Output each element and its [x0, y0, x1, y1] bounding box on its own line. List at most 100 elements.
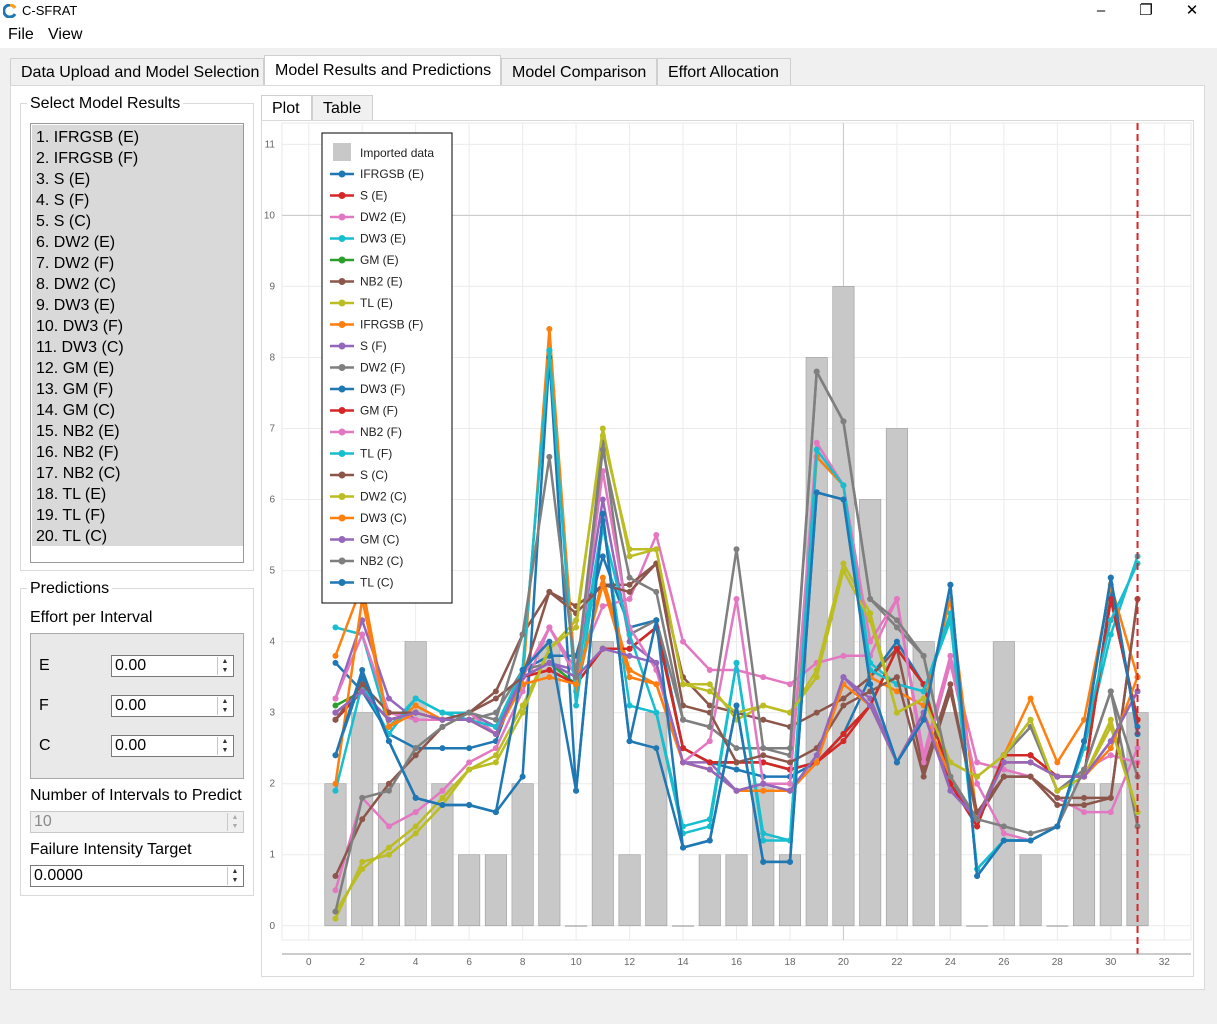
series-point: [359, 667, 366, 674]
series-point: [733, 702, 740, 709]
legend-marker: [338, 170, 346, 178]
series-point: [786, 858, 793, 865]
series-point: [893, 759, 900, 766]
series-point: [546, 624, 553, 631]
series-point: [626, 631, 633, 638]
results-chart[interactable]: 012345678910110 2 4 6 8 10 12 14 16 18 20 22 24 26 28 3…: [0, 0, 1217, 1024]
series-point: [385, 716, 392, 723]
series-point: [706, 688, 713, 695]
series-point: [385, 695, 392, 702]
series-point: [573, 681, 580, 688]
series-point: [974, 773, 981, 780]
series-point: [706, 759, 713, 766]
legend-label: GM (F): [360, 404, 398, 418]
legend-label: S (F): [360, 339, 387, 353]
series-point: [786, 759, 793, 766]
series-point: [492, 688, 499, 695]
x-tick-label: 20: [838, 957, 850, 968]
series-point: [332, 709, 339, 716]
series-point: [492, 716, 499, 723]
series-point: [626, 645, 633, 652]
series-point: [733, 766, 740, 773]
series-point: [332, 702, 339, 709]
legend-marker: [338, 407, 346, 414]
series-point: [786, 745, 793, 752]
series-point: [546, 588, 553, 595]
series-point: [760, 780, 767, 787]
series-point: [706, 667, 713, 674]
series-point: [680, 638, 687, 645]
series-point: [974, 823, 981, 830]
series-point: [332, 624, 339, 631]
legend-label: S (C): [360, 468, 388, 482]
series-point: [412, 702, 419, 709]
series-point: [546, 453, 553, 460]
legend-label: NB2 (F): [360, 425, 402, 439]
series-point: [385, 787, 392, 794]
series-point: [813, 674, 820, 681]
legend-marker: [338, 364, 346, 371]
series-point: [359, 688, 366, 695]
series-point: [1054, 759, 1061, 766]
x-tick-label: 12: [624, 957, 636, 968]
x-tick-label: 6: [466, 957, 472, 968]
legend-marker: [338, 428, 346, 436]
imported-data-bar: [672, 925, 695, 927]
series-point: [893, 645, 900, 652]
series-point: [466, 802, 473, 809]
series-point: [439, 716, 446, 723]
series-point: [813, 439, 820, 446]
imported-data-bar: [832, 286, 855, 927]
series-point: [840, 560, 847, 567]
imported-data-bar: [484, 854, 507, 927]
legend-marker: [338, 299, 346, 307]
legend-label: TL (F): [360, 447, 392, 461]
series-point: [867, 681, 874, 688]
series-point: [1081, 794, 1088, 801]
series-point: [412, 830, 419, 837]
legend-marker: [338, 256, 346, 264]
series-point: [332, 659, 339, 666]
series-point: [947, 659, 954, 666]
imported-data-bar: [511, 783, 534, 927]
series-point: [599, 496, 606, 503]
x-tick-label: 30: [1105, 957, 1117, 968]
series-point: [733, 759, 740, 766]
series-point: [706, 738, 713, 745]
x-tick-label: 0: [306, 957, 312, 968]
legend-marker: [338, 557, 346, 565]
legend-label: TL (C): [360, 576, 394, 590]
series-point: [332, 915, 339, 922]
series-point: [599, 574, 606, 581]
legend-label: DW2 (C): [360, 490, 407, 504]
series-point: [653, 532, 660, 539]
series-point: [385, 723, 392, 730]
series-point: [893, 674, 900, 681]
series-point: [626, 652, 633, 659]
series-point: [466, 716, 473, 723]
x-tick-label: 22: [891, 957, 903, 968]
imported-data-bar: [992, 641, 1015, 927]
series-point: [653, 709, 660, 716]
series-point: [1000, 823, 1007, 830]
y-tick-label: 5: [269, 566, 275, 577]
series-point: [332, 752, 339, 759]
legend-label: DW3 (E): [360, 232, 406, 246]
series-point: [1000, 773, 1007, 780]
series-point: [599, 425, 606, 432]
imported-data-bar: [725, 854, 748, 927]
series-point: [385, 738, 392, 745]
series-point: [546, 347, 553, 354]
legend-label: NB2 (C): [360, 554, 403, 568]
legend-marker: [338, 235, 346, 242]
series-point: [1107, 617, 1114, 624]
imported-data-bar: [1099, 783, 1122, 927]
series-point: [733, 659, 740, 666]
series-point: [439, 794, 446, 801]
series-point: [733, 745, 740, 752]
series-point: [466, 759, 473, 766]
series-point: [680, 681, 687, 688]
series-point: [332, 908, 339, 915]
series-point: [573, 702, 580, 709]
series-point: [519, 631, 526, 638]
